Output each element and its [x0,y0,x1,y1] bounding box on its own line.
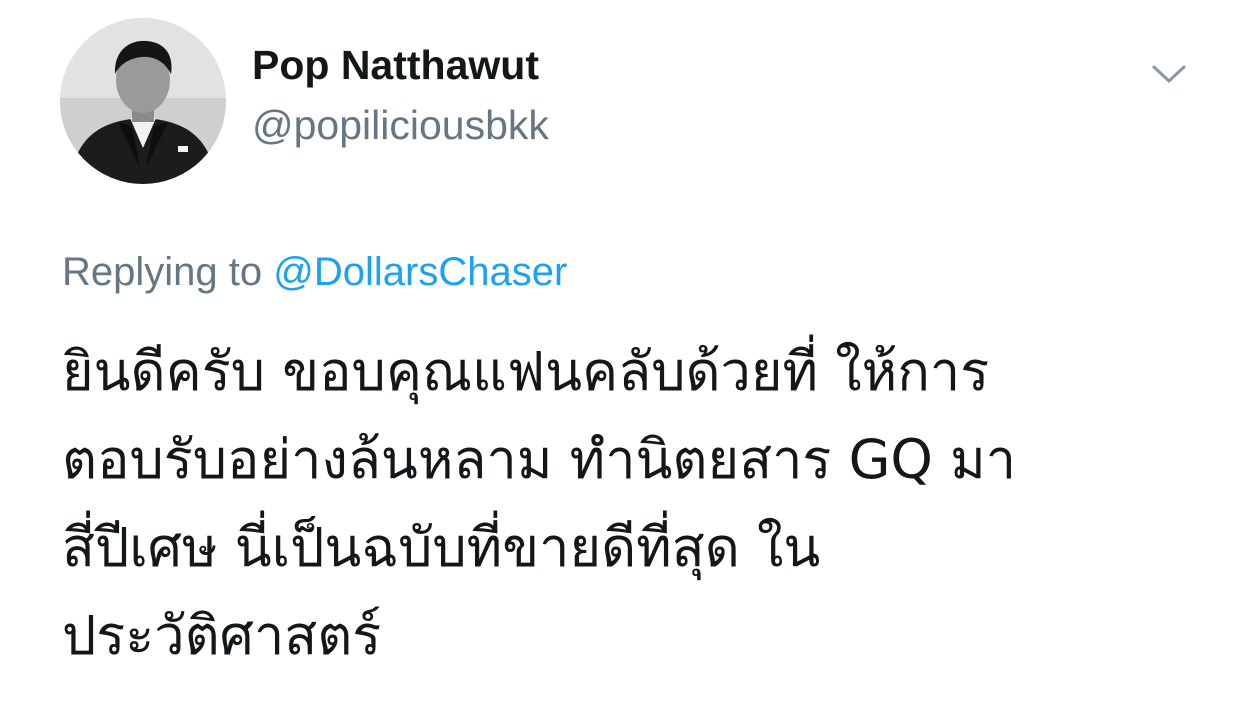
tweet-menu-button[interactable] [1148,56,1190,92]
tweet-text: ยินดีครับ ขอบคุณแฟนคลับด้วยที่ ให้การ ตอ… [62,328,1192,680]
avatar[interactable] [60,18,226,184]
tweet-text-line: ประวัติศาสตร์ [62,604,382,667]
display-name[interactable]: Pop Natthawut [252,42,539,89]
profile-photo-icon [60,18,226,184]
tweet-text-line: ตอบรับอย่างล้นหลาม ทำนิตยสาร GQ มา [62,428,1017,491]
tweet-card: Pop Natthawut @popiliciousbkk Replying t… [0,0,1242,704]
chevron-down-icon [1152,65,1186,83]
replying-to-label: Replying to [62,250,274,294]
tweet-text-line: ยินดีครับ ขอบคุณแฟนคลับด้วยที่ ให้การ [62,340,990,403]
reply-mention-link[interactable]: @DollarsChaser [273,250,567,294]
tweet-text-line: สี่ปีเศษ นี่เป็นฉบับที่ขายดีที่สุด ใน [62,516,821,579]
user-handle[interactable]: @popiliciousbkk [252,102,549,149]
replying-to: Replying to @DollarsChaser [62,250,567,295]
